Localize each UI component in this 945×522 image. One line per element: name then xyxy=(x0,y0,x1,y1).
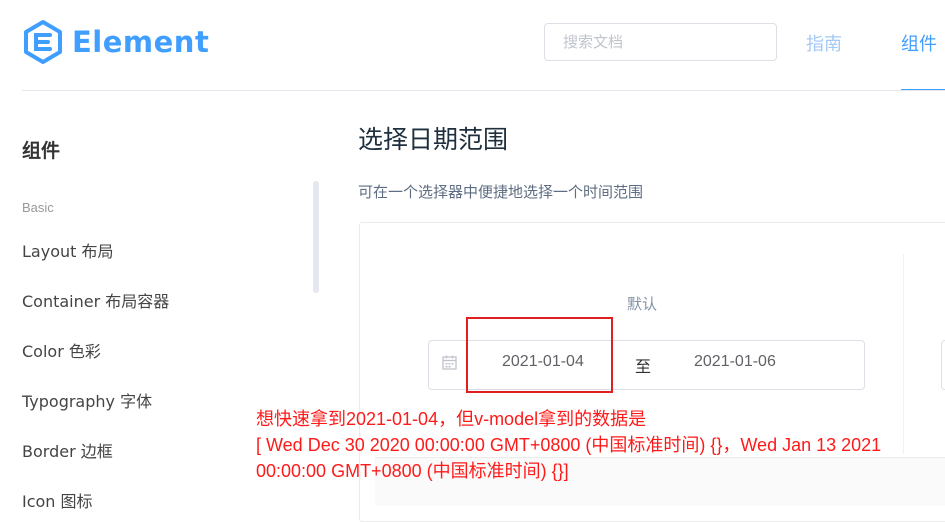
sidebar-scrollbar[interactable] xyxy=(313,181,319,293)
page-description: 可在一个选择器中便捷地选择一个时间范围 xyxy=(358,183,644,201)
page-title: 选择日期范围 xyxy=(358,125,509,154)
element-logo-icon xyxy=(24,20,62,64)
range-end-input[interactable]: 2021-01-06 xyxy=(694,353,776,371)
sidebar-item-container[interactable]: Container 布局容器 xyxy=(22,288,169,312)
red-annotation: 想快速拿到2021-01-04，但v-model拿到的数据是 [ Wed Dec… xyxy=(256,406,944,484)
sidebar-title: 组件 xyxy=(22,140,61,162)
calendar-icon xyxy=(442,355,457,370)
second-date-range-picker[interactable] xyxy=(941,340,945,390)
logo-text: Element xyxy=(72,25,210,59)
sidebar-group-basic: Basic xyxy=(22,200,54,215)
annotation-line-1: 想快速拿到2021-01-04，但v-model拿到的数据是 xyxy=(256,409,647,429)
nav-components-link[interactable]: 组件 xyxy=(901,30,937,56)
search-input[interactable] xyxy=(544,23,777,61)
element-logo[interactable]: Element xyxy=(22,18,209,66)
sidebar-item-icon[interactable]: Icon 图标 xyxy=(22,488,93,512)
annotation-line-2: [ Wed Dec 30 2020 00:00:00 GMT+0800 (中国标… xyxy=(256,435,887,481)
header-divider xyxy=(22,90,945,91)
sidebar-item-color[interactable]: Color 色彩 xyxy=(22,338,101,362)
sidebar-item-typography[interactable]: Typography 字体 xyxy=(22,388,152,412)
nav-guide-link[interactable]: 指南 xyxy=(806,30,842,56)
demo-label: 默认 xyxy=(627,295,658,313)
range-separator: 至 xyxy=(635,357,652,376)
red-highlight-box xyxy=(466,317,613,393)
sidebar-item-border[interactable]: Border 边框 xyxy=(22,438,113,462)
sidebar-item-layout[interactable]: Layout 布局 xyxy=(22,238,113,262)
